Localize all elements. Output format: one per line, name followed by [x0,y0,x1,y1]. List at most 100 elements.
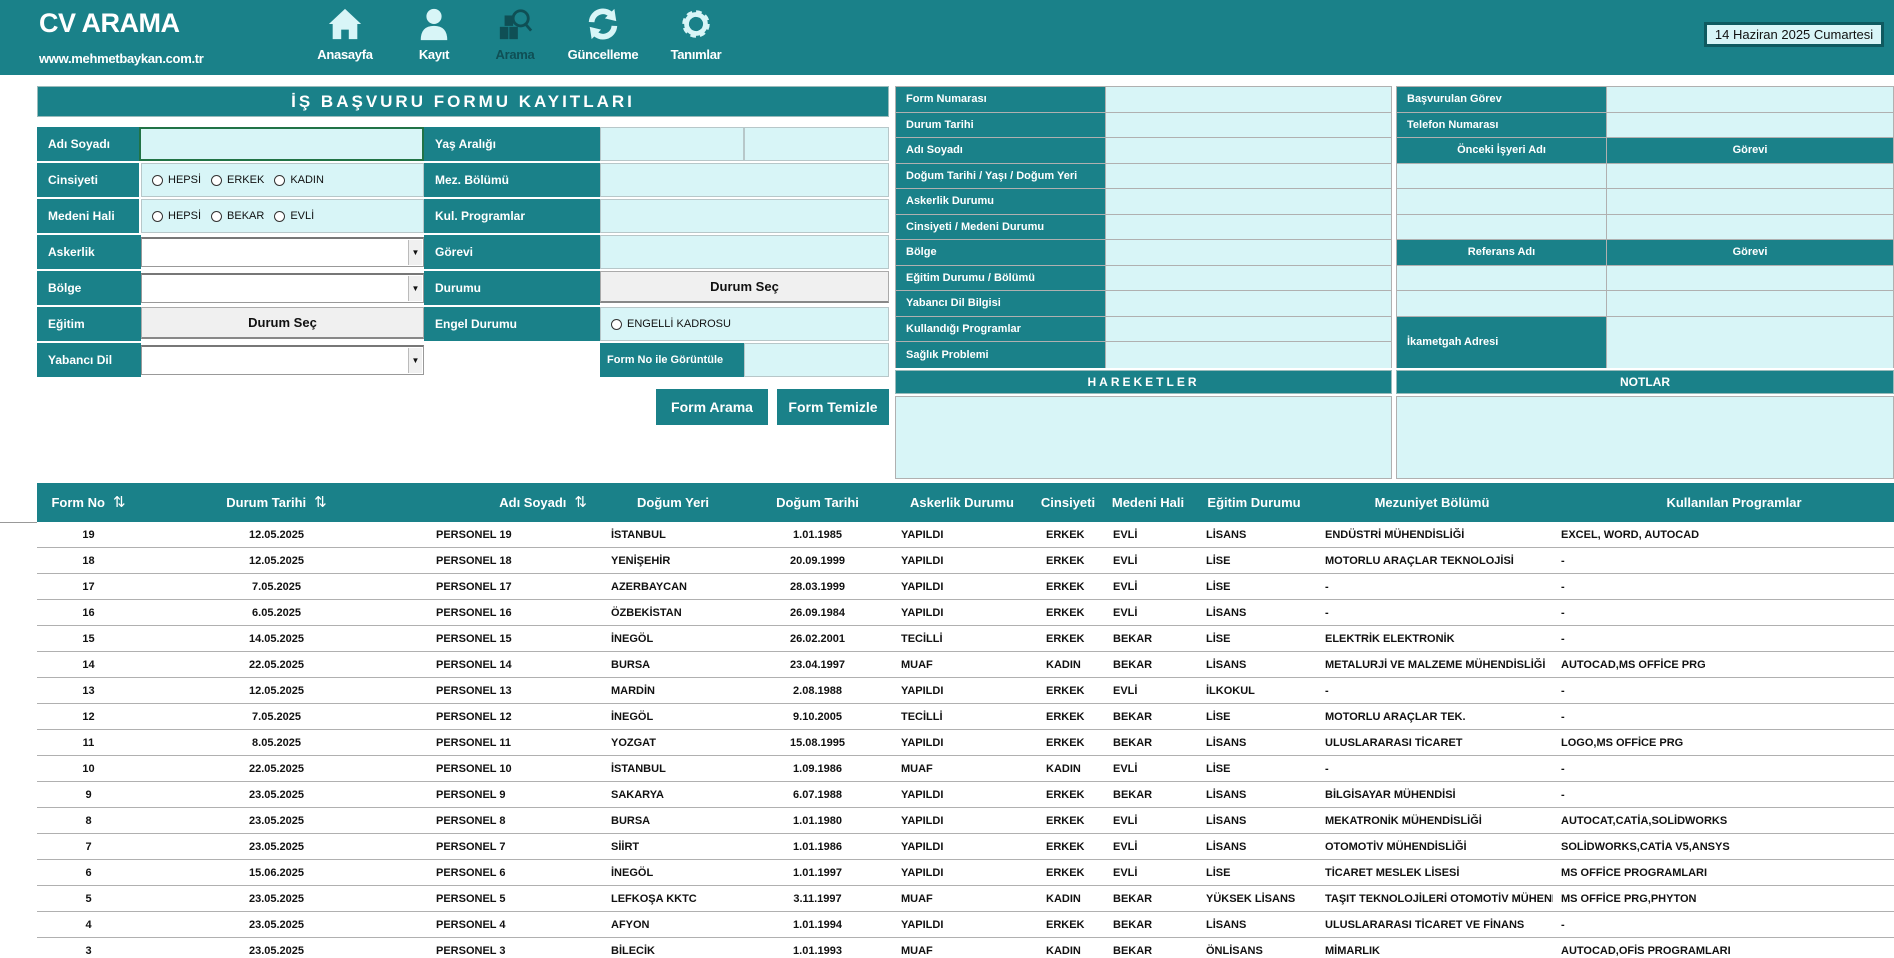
table-cell: EVLİ [1113,867,1138,879]
nav-arama[interactable]: Arama [470,6,560,62]
chevron-down-icon: ▼ [408,348,422,373]
column-header[interactable]: Kullanılan Programlar [1561,483,1894,522]
detail-label: Durum Tarihi [896,112,1106,137]
table-cell: 7 [85,841,92,853]
table-cell: TECİLLİ [901,711,943,723]
nav-anasayfa[interactable]: Anasayfa [300,6,390,62]
table-cell: - [1325,607,1329,619]
detail-value [1106,214,1391,239]
name-input[interactable] [139,127,424,161]
column-header[interactable]: Eğitim Durumu [1197,483,1311,522]
table-row[interactable]: 19 12.05.2025 PERSONEL 19 İSTANBUL 1.01.1985… [37,522,1894,548]
sort-icon[interactable]: ⇅ [113,494,126,511]
table-cell: ERKEK [1046,685,1085,697]
table-cell: MOTORLU ARAÇLAR TEK. [1325,711,1466,723]
table-cell: PERSONEL 13 [436,685,512,697]
column-header[interactable]: Durum Tarihi ⇅ [140,483,413,522]
table-cell: - [1561,919,1565,931]
radio-gender-male[interactable]: ERKEK [211,174,264,186]
column-header[interactable]: Adı Soyadı ⇅ [457,483,587,522]
column-header-label: Doğum Tarihi [776,495,859,510]
age-max-input[interactable] [744,127,889,161]
column-header[interactable]: Mezuniyet Bölümü [1325,483,1539,522]
table-cell: LİSE [1206,867,1231,879]
programs-input[interactable] [600,199,889,233]
column-header[interactable]: Form No ⇅ [37,483,140,522]
table-row[interactable]: 10 22.05.2025 PERSONEL 10 İSTANBUL 1.09.1986… [37,756,1894,782]
table-row[interactable]: 9 23.05.2025 PERSONEL 9 SAKARYA 6.07.1988 YAP… [37,782,1894,808]
notes-box[interactable] [1396,396,1894,479]
status-select-button[interactable]: Durum Seç [600,271,889,303]
education-select-button[interactable]: Durum Seç [141,307,424,339]
region-select[interactable]: ▼ [141,273,424,303]
table-cell: 9.10.2005 [793,711,842,723]
table-cell: BEKAR [1113,789,1153,801]
radio-disability[interactable]: ENGELLİ KADROSU [611,318,731,330]
column-header[interactable]: Askerlik Durumu [897,483,1027,522]
label-language: Yabancı Dil [37,343,141,377]
movements-box[interactable] [895,396,1392,479]
table-row[interactable]: 13 12.05.2025 PERSONEL 13 MARDİN 2.08.1988 YA… [37,678,1894,704]
table-cell: TİCARET MESLEK LİSESİ [1325,867,1460,879]
table-row[interactable]: 11 8.05.2025 PERSONEL 11 YOZGAT 15.08.1995 YA… [37,730,1894,756]
table-row[interactable]: 18 12.05.2025 PERSONEL 18 YENİŞEHİR 20.09.19… [37,548,1894,574]
table-cell: 17 [82,581,95,593]
age-min-input[interactable] [600,127,744,161]
table-cell: BEKAR [1113,659,1153,671]
table-row[interactable]: 8 23.05.2025 PERSONEL 8 BURSA 1.01.1980 YAPIL… [37,808,1894,834]
header-prev-employer: Önceki İşyeri Adı [1397,138,1607,163]
table-row[interactable]: 16 6.05.2025 PERSONEL 16 ÖZBEKİSTAN 26.09.19… [37,600,1894,626]
table-cell: BEKAR [1113,633,1153,645]
military-select[interactable]: ▼ [141,237,424,267]
table-cell: 6 [85,867,92,879]
sort-icon[interactable]: ⇅ [574,494,587,511]
label-gender: Cinsiyeti [37,163,139,197]
table-cell: 28.03.1999 [789,581,846,593]
table-cell: 22.05.2025 [248,659,305,671]
form-clear-button[interactable]: Form Temizle [777,389,889,425]
table-cell: PERSONEL 11 [436,737,511,749]
table-row[interactable]: 12 7.05.2025 PERSONEL 12 İNEGÖL 9.10.2005 TEC… [37,704,1894,730]
radio-gender-female[interactable]: KADIN [274,174,324,186]
table-cell: 15.06.2025 [248,867,305,879]
radio-marital-all[interactable]: HEPSİ [152,210,201,222]
table-cell: KADIN [1046,945,1081,957]
table-row[interactable]: 5 23.05.2025 PERSONEL 5 LEFKOŞA KKTC 3.11.19… [37,886,1894,912]
table-cell: SİİRT [611,841,640,853]
detail-label: Eğitim Durumu / Bölümü [896,265,1106,290]
column-header-label: Durum Tarihi [226,495,307,510]
table-cell: EVLİ [1113,685,1138,697]
table-cell: YAPILDI [901,841,944,853]
table-row[interactable]: 3 23.05.2025 PERSONEL 3 BİLECİK 1.01.1993 MUA… [37,938,1894,958]
table-cell: YAPILDI [901,919,944,931]
nav-label: Kayıt [418,47,450,62]
dept-input[interactable] [600,163,889,197]
table-row[interactable]: 17 7.05.2025 PERSONEL 17 AZERBAYCAN 28.03.19… [37,574,1894,600]
radio-gender-all[interactable]: HEPSİ [152,174,201,186]
nav-guncelleme[interactable]: Güncelleme [558,6,648,62]
position-input[interactable] [600,235,889,269]
table-cell: BEKAR [1113,893,1153,905]
table-row[interactable]: 15 14.05.2025 PERSONEL 15 İNEGÖL 26.02.2001 T… [37,626,1894,652]
radio-marital-married[interactable]: EVLİ [274,210,314,222]
table-row[interactable]: 7 23.05.2025 PERSONEL 7 SİİRT 1.01.1986 YAPIL… [37,834,1894,860]
table-cell: İNEGÖL [611,711,654,723]
language-select[interactable]: ▼ [141,345,424,375]
form-search-button[interactable]: Form Arama [656,389,768,425]
table-row[interactable]: 14 22.05.2025 PERSONEL 14 BURSA 23.04.1997 MU… [37,652,1894,678]
formno-input[interactable] [744,343,889,377]
table-cell: METALURJİ VE MALZEME MÜHENDİSLİĞİ [1325,659,1546,671]
radio-marital-single[interactable]: BEKAR [211,210,264,222]
column-header[interactable]: Doğum Tarihi [760,483,875,522]
column-header[interactable]: Cinsiyeti [1032,483,1104,522]
column-header[interactable]: Medeni Hali [1103,483,1193,522]
nav-kayit[interactable]: Kayıt [389,6,479,62]
table-cell: PERSONEL 19 [436,529,512,541]
sort-icon[interactable]: ⇅ [314,494,327,511]
nav-tanimlar[interactable]: Tanımlar [651,6,741,62]
website-link[interactable]: www.mehmetbaykan.com.tr [39,51,204,66]
column-header[interactable]: Doğum Yeri [611,483,735,522]
address-value [1607,316,1893,368]
table-row[interactable]: 4 23.05.2025 PERSONEL 4 AFYON 1.01.1994 YAPIL… [37,912,1894,938]
table-row[interactable]: 6 15.06.2025 PERSONEL 6 İNEGÖL 1.01.1997 YAPI… [37,860,1894,886]
